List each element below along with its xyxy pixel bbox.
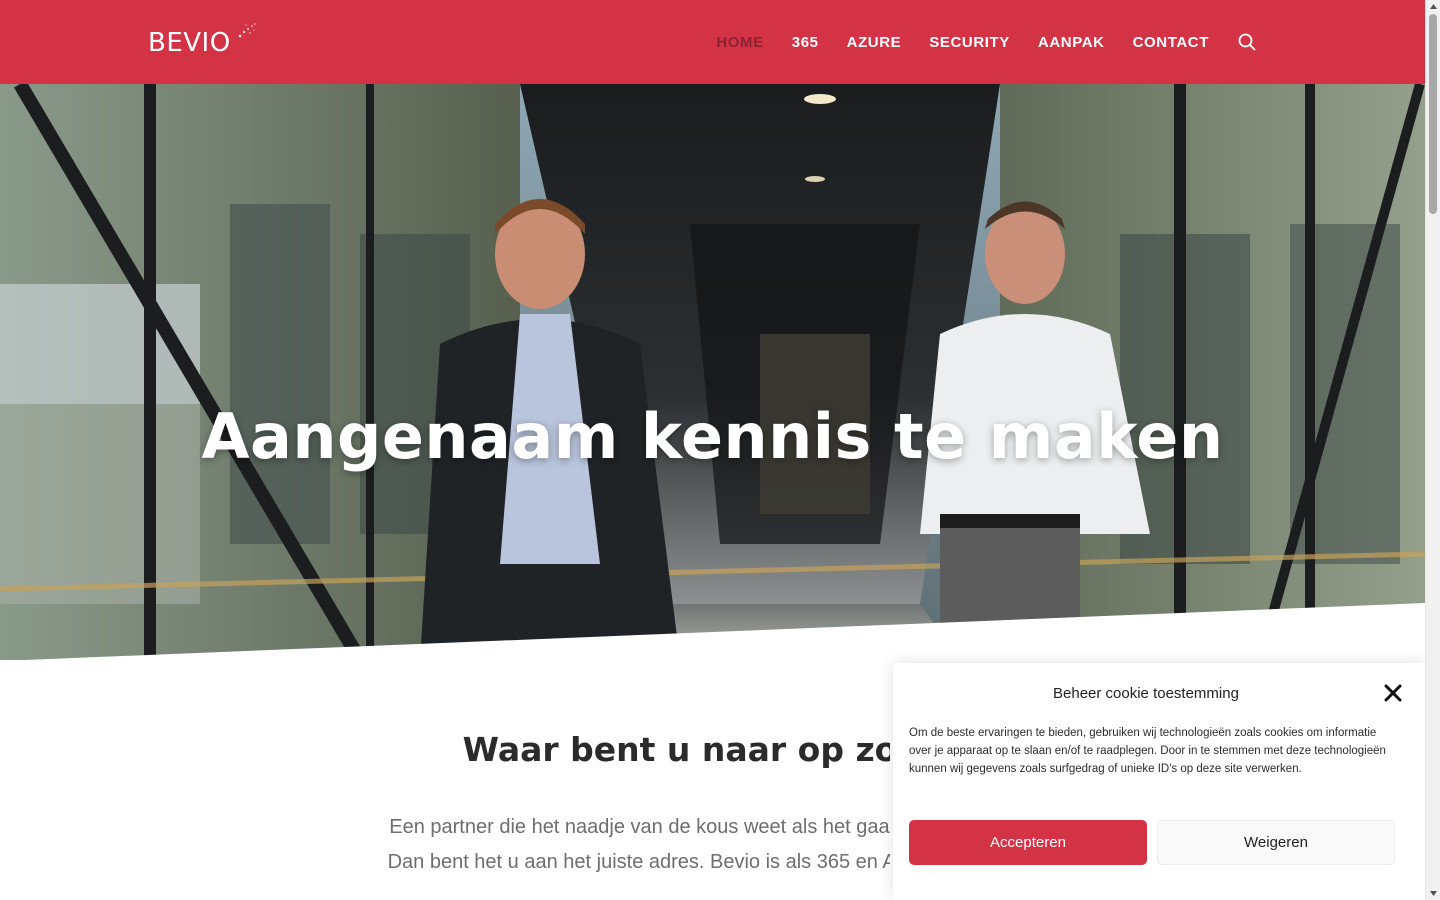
intro-paragraph-line-2: Dan bent het u aan het juiste adres. Bev… bbox=[387, 851, 890, 873]
accept-cookies-button[interactable]: Accepteren bbox=[909, 820, 1147, 865]
nav-item-home[interactable]: HOME bbox=[716, 34, 763, 51]
bevio-logo[interactable]: BEVIO bbox=[148, 23, 256, 60]
page-scrollbar[interactable] bbox=[1425, 0, 1440, 900]
cookie-title: Beheer cookie toestemming bbox=[1053, 685, 1239, 702]
nav-item-365[interactable]: 365 bbox=[792, 34, 819, 51]
site-header: BEVIO HOME 365 AZURE SECURITY AANPAK CON… bbox=[0, 0, 1425, 84]
nav-item-security[interactable]: SECURITY bbox=[929, 34, 1010, 51]
scroll-thumb[interactable] bbox=[1429, 14, 1437, 214]
nav-item-contact[interactable]: CONTACT bbox=[1133, 34, 1209, 51]
nav-item-azure[interactable]: AZURE bbox=[847, 34, 902, 51]
logo-dots-icon bbox=[238, 23, 256, 38]
scroll-down-arrow-icon[interactable] bbox=[1429, 889, 1438, 898]
intro-paragraph-line-1: Een partner die het naadje van de kous w… bbox=[389, 816, 890, 838]
hero-section: Aangenaam kennis te maken bbox=[0, 84, 1425, 660]
nav-item-aanpak[interactable]: AANPAK bbox=[1038, 34, 1105, 51]
hero-title: Aangenaam kennis te maken bbox=[201, 400, 1224, 473]
page: BEVIO HOME 365 AZURE SECURITY AANPAK CON… bbox=[0, 0, 1440, 900]
hero-slant-divider bbox=[24, 603, 1425, 660]
hero-photo bbox=[0, 84, 1425, 660]
intro-section: Waar bent u naar op zo Een partner die h… bbox=[0, 700, 890, 900]
cookie-description: Om de beste ervaringen te bieden, gebrui… bbox=[909, 727, 1386, 775]
section-heading: Waar bent u naar op zo bbox=[462, 730, 890, 769]
close-icon[interactable] bbox=[1383, 683, 1403, 703]
scroll-up-arrow-icon[interactable] bbox=[1429, 2, 1438, 11]
main-nav: HOME 365 AZURE SECURITY AANPAK CONTACT bbox=[716, 0, 1257, 84]
logo-text: BEVIO bbox=[148, 28, 231, 58]
deny-cookies-button[interactable]: Weigeren bbox=[1157, 820, 1395, 865]
search-icon[interactable] bbox=[1237, 32, 1257, 52]
cookie-consent-banner: Beheer cookie toestemming Om de beste er… bbox=[893, 663, 1425, 900]
